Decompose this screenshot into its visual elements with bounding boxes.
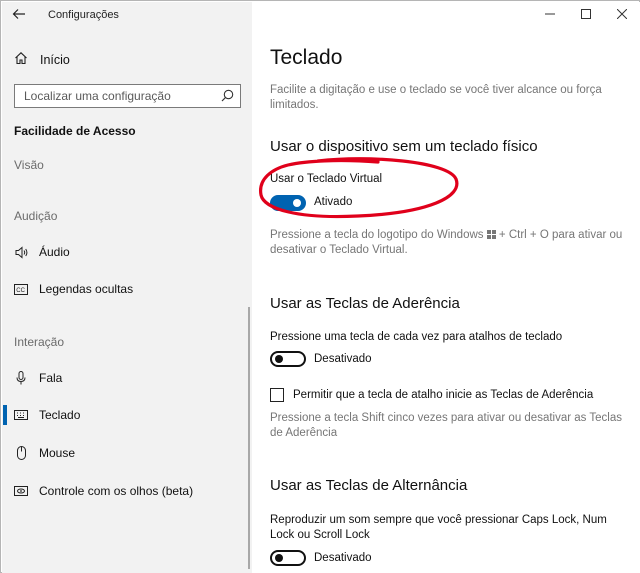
sticky-keys-heading: Usar as Teclas de Aderência	[270, 295, 460, 312]
nav-home[interactable]: Início	[14, 51, 70, 68]
sidebar-item-label: Teclado	[39, 408, 81, 422]
search-input[interactable]	[15, 85, 215, 107]
close-button[interactable]	[604, 2, 640, 26]
main-content: Teclado Facilite a digitação e use o tec…	[252, 2, 640, 573]
app-title: Configurações	[48, 9, 119, 21]
window-controls	[532, 2, 640, 30]
back-arrow-icon	[12, 9, 25, 19]
maximize-icon	[581, 9, 591, 19]
mouse-icon	[14, 446, 28, 460]
closed-captions-icon: CC	[14, 282, 28, 296]
close-icon	[617, 9, 627, 19]
sidebar-item-label: Áudio	[39, 245, 70, 259]
home-icon	[14, 51, 30, 68]
maximize-button[interactable]	[568, 2, 604, 26]
sticky-keys-label: Pressione uma tecla de cada vez para ata…	[270, 331, 563, 343]
minimize-icon	[545, 13, 555, 15]
windows-logo-icon	[486, 230, 496, 239]
sidebar-item-mouse[interactable]: Mouse	[2, 438, 252, 468]
toggle-knob	[293, 199, 301, 207]
toggle-knob	[275, 355, 283, 363]
virtual-keyboard-state: Ativado	[314, 196, 353, 208]
sidebar-item-audio[interactable]: Áudio	[2, 237, 252, 267]
toggle-keys-state: Desativado	[314, 552, 372, 564]
sidebar-item-label: Legendas ocultas	[39, 282, 134, 296]
settings-window: Configurações Início Facilidade de Acess…	[0, 0, 640, 573]
sidebar-item-fala[interactable]: Fala	[2, 363, 252, 393]
sidebar-item-controle-olhos[interactable]: Controle com os olhos (beta)	[2, 476, 252, 506]
sticky-keys-shortcut-checkbox[interactable]	[270, 388, 284, 402]
group-label-audicao: Audição	[14, 209, 58, 223]
search-box[interactable]	[14, 84, 241, 108]
back-button[interactable]	[12, 7, 32, 25]
sidebar-item-teclado[interactable]: Teclado	[2, 400, 252, 430]
page-description: Facilite a digitação e use o teclado se …	[270, 84, 602, 111]
sidebar: Configurações Início Facilidade de Acess…	[2, 2, 252, 573]
keyboard-icon	[14, 408, 28, 422]
sticky-keys-state: Desativado	[314, 353, 372, 365]
sidebar-item-label: Mouse	[39, 446, 76, 460]
speaker-icon	[14, 245, 28, 259]
search-icon	[221, 89, 234, 102]
virtual-keyboard-heading: Usar o dispositivo sem um teclado físico	[270, 138, 538, 155]
sticky-keys-toggle[interactable]	[270, 351, 306, 367]
toggle-keys-toggle[interactable]	[270, 550, 306, 566]
sidebar-item-label: Fala	[39, 371, 63, 385]
title-bar: Configurações	[2, 2, 252, 30]
sticky-keys-shortcut-label: Permitir que a tecla de atalho inicie as…	[293, 389, 594, 401]
minimize-button[interactable]	[532, 2, 568, 26]
eye-control-icon	[14, 484, 28, 498]
sidebar-item-label: Controle com os olhos (beta)	[39, 484, 194, 498]
group-label-visao: Visão	[14, 158, 44, 172]
home-label: Início	[40, 52, 70, 67]
toggle-keys-heading: Usar as Teclas de Alternância	[270, 477, 468, 494]
sticky-keys-shortcut-hint: Pressione a tecla Shift cinco vezes para…	[270, 412, 622, 439]
page-title: Teclado	[270, 46, 343, 69]
virtual-keyboard-hint: Pressione a tecla do logotipo do Windows…	[270, 228, 630, 258]
virtual-keyboard-toggle[interactable]	[270, 195, 306, 211]
hint-text-before: Pressione a tecla do logotipo do Windows	[270, 229, 484, 241]
toggle-keys-label: Reproduzir um som sempre que você pressi…	[270, 514, 607, 541]
sidebar-item-legendas-ocultas[interactable]: CC Legendas ocultas	[2, 274, 252, 304]
section-title: Facilidade de Acesso	[14, 124, 136, 138]
microphone-icon	[14, 371, 28, 385]
group-label-interacao: Interação	[14, 335, 65, 349]
toggle-knob	[275, 554, 283, 562]
svg-text:CC: CC	[16, 288, 25, 294]
sidebar-scrollbar[interactable]	[248, 307, 250, 569]
virtual-keyboard-label: Usar o Teclado Virtual	[270, 173, 383, 185]
